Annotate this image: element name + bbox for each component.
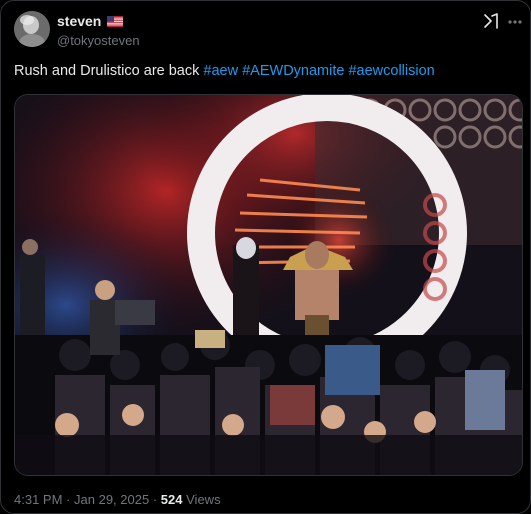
display-name[interactable]: steven [57,13,101,29]
more-icon[interactable] [507,14,523,30]
meta-separator: · [66,492,71,507]
grok-icon[interactable] [482,12,500,30]
avatar[interactable] [14,11,50,47]
tweet-body: Rush and Drulistico are back [14,63,200,79]
wrestling-entrance-photo [15,95,522,475]
tweet-card: steven @tokyosteven Rush and Drulistico … [0,0,531,514]
tweet-photo[interactable] [14,94,523,476]
hashtag-aew[interactable]: #aew [203,63,238,79]
tweet-date[interactable]: Jan 29, 2025 [74,492,149,507]
handle[interactable]: @tokyosteven [57,33,140,48]
tweet-time[interactable]: 4:31 PM [14,492,62,507]
us-flag-icon [107,15,124,27]
tweet-meta: 4:31 PM · Jan 29, 2025 · 524 Views [14,492,221,507]
hashtag-aewcollision[interactable]: #aewcollision [348,63,434,79]
views-label: Views [186,492,221,507]
views-count: 524 [160,492,183,507]
hashtag-aewdynamite[interactable]: #AEWDynamite [242,63,344,79]
name-row: steven [57,13,124,29]
tweet-text: Rush and Drulistico are back #aew #AEWDy… [14,63,435,79]
meta-separator-2: · [152,492,158,507]
